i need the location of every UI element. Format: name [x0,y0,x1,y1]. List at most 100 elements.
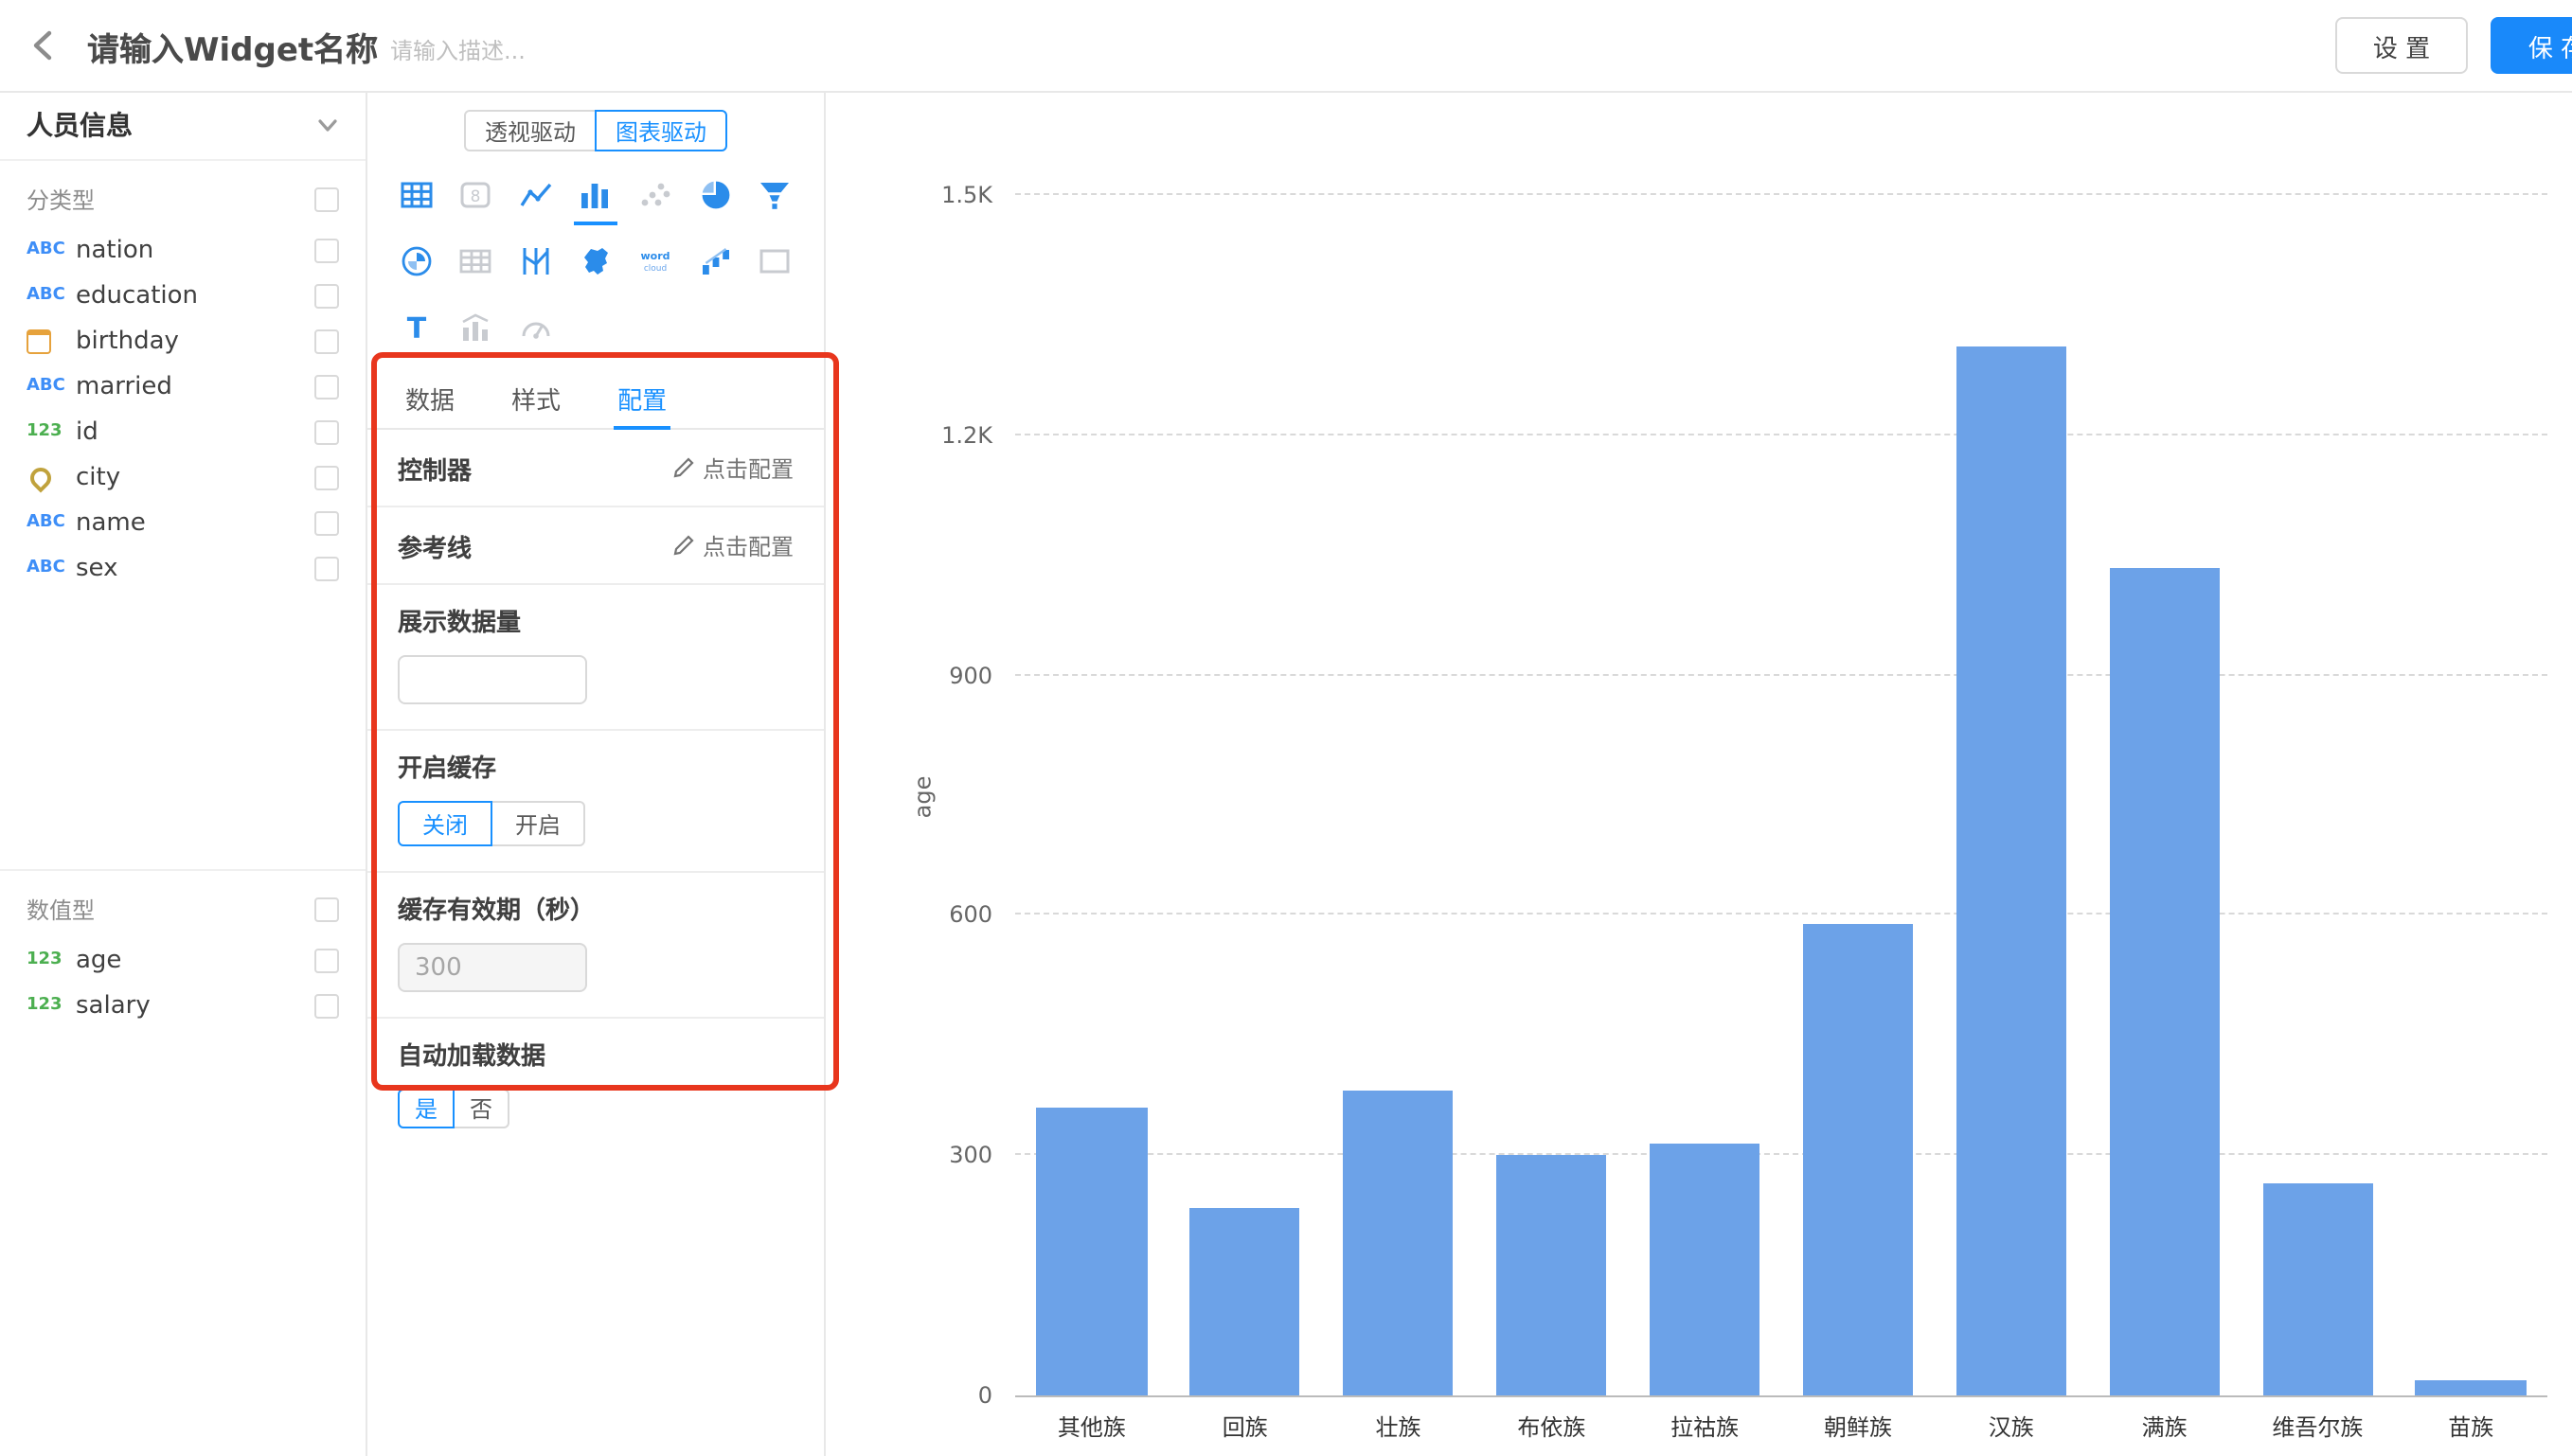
x-axis-label: 朝鲜族 [1781,1411,1935,1443]
field-row-sex[interactable]: ABCsex [0,545,366,591]
controller-label: 控制器 [398,450,472,486]
table-chart-icon[interactable] [386,170,446,220]
funnel-chart-icon[interactable] [745,170,805,220]
geo-field-type-icon [27,467,76,488]
categorical-section-checkbox[interactable] [314,187,339,212]
field-checkbox[interactable] [314,556,339,580]
cache-ttl-block: 缓存有效期（秒） [367,873,824,1019]
combo-chart-icon[interactable] [446,303,506,352]
chevron-left-icon [27,27,64,64]
field-row-name[interactable]: ABCname [0,500,366,545]
x-axis-label: 拉祜族 [1628,1411,1781,1443]
bar-slot [1628,195,1781,1395]
cache-ttl-input[interactable] [398,943,587,992]
line-chart-icon[interactable] [506,170,565,220]
back-button[interactable] [23,23,68,68]
categorical-field-list: ABCnationABCeducationbirthdayABCmarried1… [0,227,366,591]
widget-description-input[interactable]: 请输入描述... [390,34,526,66]
string-field-type-icon: ABC [27,286,76,305]
field-row-id[interactable]: 123id [0,409,366,454]
x-axis-label: 壮族 [1322,1411,1475,1443]
chart-type-grid: 8 [367,151,824,352]
x-axis-label: 其他族 [1015,1411,1169,1443]
field-checkbox[interactable] [314,465,339,489]
cache-block: 开启缓存 关闭 开启 [367,731,824,873]
categorical-section: 分类型 ABCnationABCeducationbirthdayABCmarr… [0,161,366,591]
field-checkbox[interactable] [314,419,339,444]
rose-chart-icon[interactable] [386,237,446,286]
number-field-type-icon: 123 [27,422,76,441]
field-row-married[interactable]: ABCmarried [0,364,366,409]
iframe-icon[interactable] [745,237,805,286]
field-row-city[interactable]: city [0,454,366,500]
display-count-input[interactable] [398,655,587,704]
field-row-birthday[interactable]: birthday [0,318,366,364]
field-row-education[interactable]: ABCeducation [0,273,366,318]
cache-off-button[interactable]: 关闭 [398,801,492,846]
save-button[interactable]: 保 存 [2491,17,2572,74]
field-name: nation [76,236,314,264]
widget-name-input[interactable]: 请输入Widget名称 [87,23,378,70]
pie-chart-icon[interactable] [686,170,745,220]
tab-config[interactable]: 配置 [617,367,667,428]
field-row-nation[interactable]: ABCnation [0,227,366,273]
autoload-yes-button[interactable]: 是 [398,1089,455,1128]
drive-mode-toggle: 透视驱动 图表驱动 [367,110,824,151]
pivot-grid-icon[interactable] [446,237,506,286]
reference-line-configure-link[interactable]: 点击配置 [672,529,794,561]
tab-data[interactable]: 数据 [405,367,455,428]
waterfall-chart-icon[interactable] [686,237,745,286]
bar-slot [1474,195,1628,1395]
field-checkbox[interactable] [314,283,339,308]
pencil-icon [672,534,695,557]
field-name: age [76,946,314,974]
field-row-salary[interactable]: 123salary [0,983,366,1028]
bar-slot [1015,195,1169,1395]
word-cloud-icon[interactable]: wordcloud [626,237,686,286]
dataset-selector[interactable]: 人员信息 [0,91,366,161]
field-name: salary [76,991,314,1020]
parallel-chart-icon[interactable] [506,237,565,286]
bar-满族 [2109,567,2220,1395]
cache-label: 开启缓存 [398,748,794,784]
cache-on-button[interactable]: 开启 [491,801,585,846]
controller-configure-link[interactable]: 点击配置 [672,452,794,484]
tab-style[interactable]: 样式 [511,367,561,428]
scorecard-icon[interactable]: 8 [446,170,506,220]
bar-slot [1169,195,1322,1395]
gauge-icon[interactable] [506,303,565,352]
bar-回族 [1189,1207,1300,1395]
field-checkbox[interactable] [314,948,339,972]
field-checkbox[interactable] [314,374,339,399]
field-checkbox[interactable] [314,238,339,262]
reference-line-configure-text: 点击配置 [703,529,794,561]
mode-pivot-button[interactable]: 透视驱动 [464,110,597,151]
china-map-icon[interactable] [565,237,625,286]
bar-苗族 [2416,1381,2527,1395]
y-tick-label: 0 [978,1382,992,1409]
scatter-chart-icon[interactable] [626,170,686,220]
numeric-section-checkbox[interactable] [314,897,339,922]
field-name: education [76,281,314,310]
categorical-section-label: 分类型 [27,184,95,216]
bar-slot [1322,195,1475,1395]
field-checkbox[interactable] [314,510,339,535]
x-axis-label: 苗族 [2394,1411,2547,1443]
widget-editor: 请输入Widget名称 请输入描述... 设 置 保 存 人员信息 分类型 AB… [0,0,2572,1456]
mode-chart-button[interactable]: 图表驱动 [595,110,727,151]
y-tick-label: 900 [949,662,992,688]
autoload-no-button[interactable]: 否 [453,1089,509,1128]
bar-拉祜族 [1650,1144,1760,1395]
field-checkbox[interactable] [314,328,339,353]
field-checkbox[interactable] [314,993,339,1018]
rich-text-icon[interactable]: T [386,303,446,352]
bar-chart-icon[interactable] [565,170,625,220]
field-row-age[interactable]: 123age [0,937,366,983]
field-name: birthday [76,327,314,355]
settings-button[interactable]: 设 置 [2335,17,2468,74]
widget-config-panel: 透视驱动 图表驱动 8 [367,91,826,1456]
y-tick-label: 300 [949,1142,992,1168]
numeric-section-label: 数值型 [27,894,95,926]
config-content: 控制器 点击配置 参考线 点击配置 展示数据量 开启缓存 [367,430,824,1153]
x-axis-label: 汉族 [1935,1411,2088,1443]
